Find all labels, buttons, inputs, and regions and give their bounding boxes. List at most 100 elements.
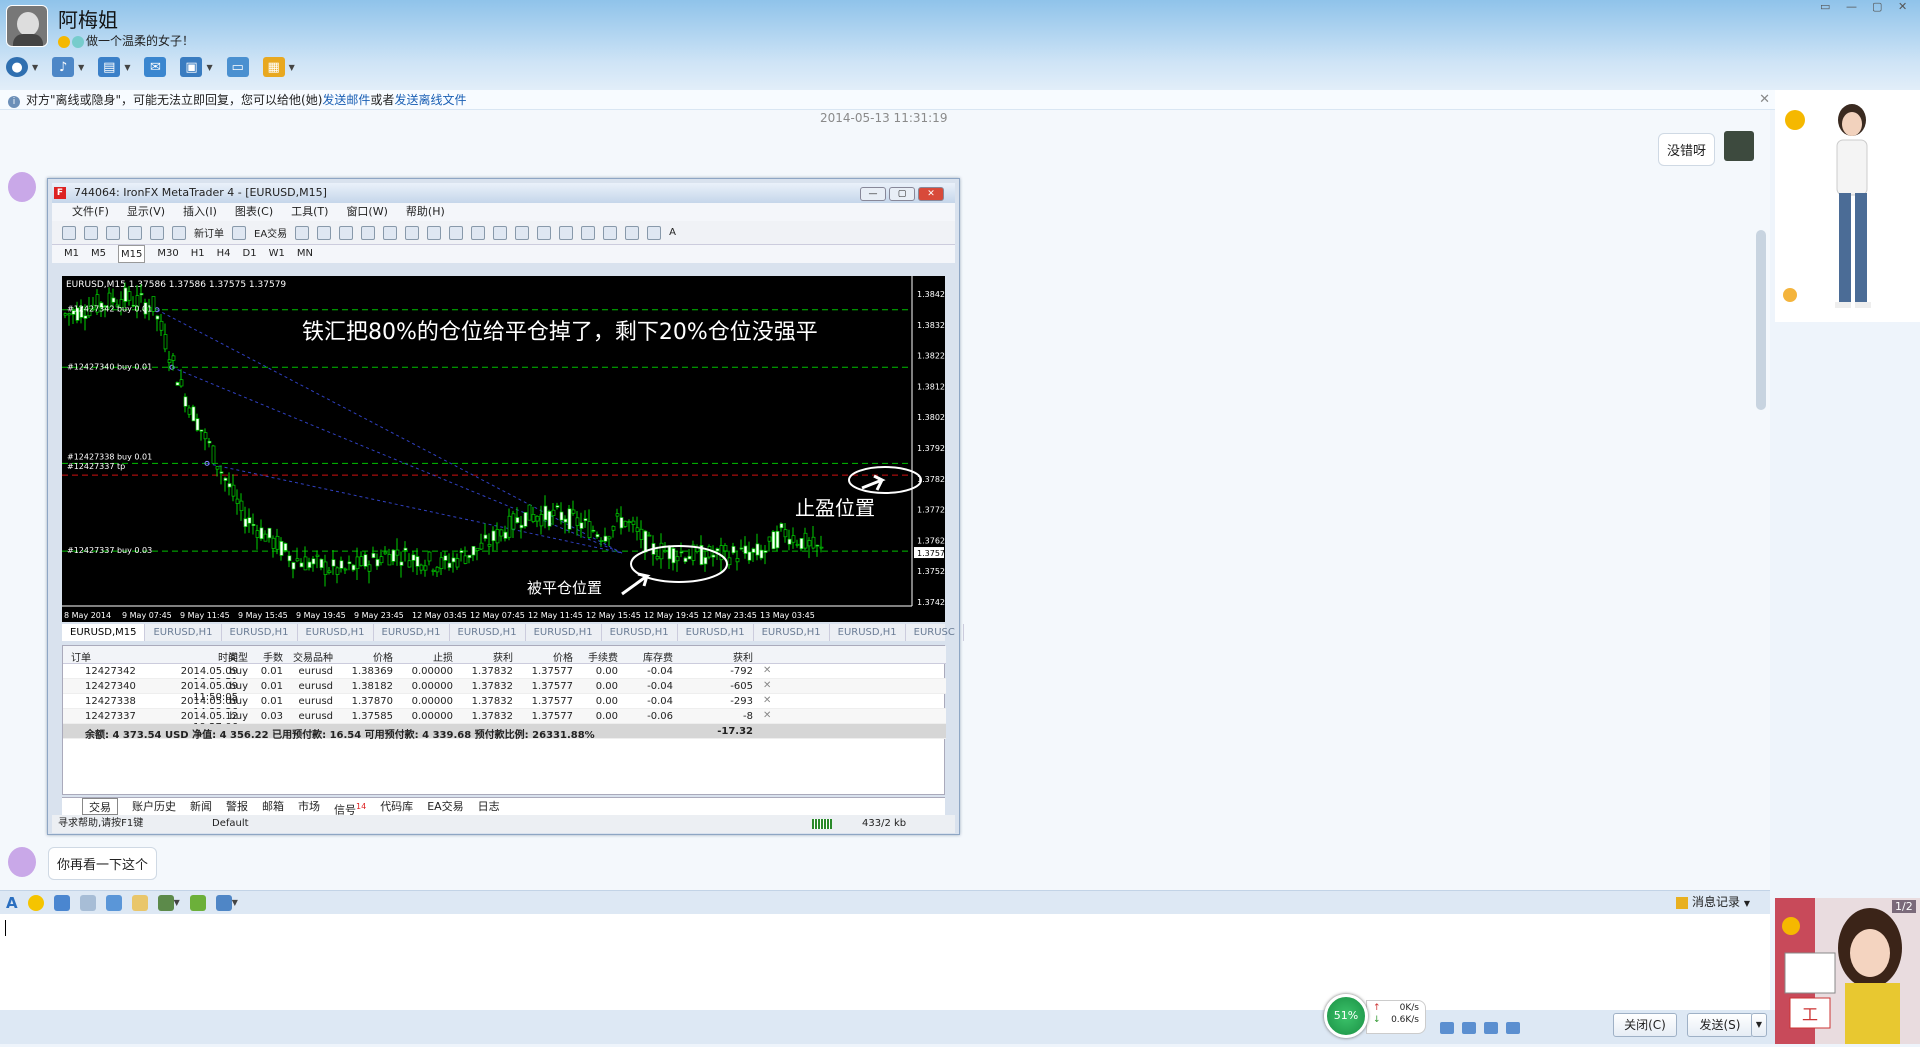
voice-call-icon[interactable]: ♪ xyxy=(52,57,75,77)
candle-body xyxy=(215,466,220,470)
font-icon[interactable]: A xyxy=(6,894,18,912)
candle-body xyxy=(231,484,236,497)
show-page-indicator[interactable]: 1/2 xyxy=(1892,900,1916,913)
candle-body xyxy=(295,558,300,562)
contact-avatar-small[interactable] xyxy=(8,847,36,877)
voice-message-icon[interactable] xyxy=(105,894,122,911)
candle-body xyxy=(335,567,340,575)
mt4-minimize-icon: — xyxy=(860,187,886,201)
order-cell: 1.37832 xyxy=(471,711,513,722)
music-icon[interactable] xyxy=(189,894,206,911)
image-icon[interactable] xyxy=(157,894,174,911)
chevron-down-icon[interactable]: ▼ xyxy=(206,63,212,72)
candle-body xyxy=(351,564,356,571)
candle-body xyxy=(83,315,88,319)
order-cell: 0.00 xyxy=(595,666,618,677)
order-cell: 0.00000 xyxy=(411,711,453,722)
candle-body xyxy=(639,528,644,540)
order-cell: -0.06 xyxy=(647,711,673,722)
column-header: 手数 xyxy=(263,653,283,664)
candle-body xyxy=(755,543,760,556)
notice-connector: 或者 xyxy=(370,93,395,107)
order-cell: -0.04 xyxy=(647,681,673,692)
message-input[interactable] xyxy=(0,914,1770,1010)
share-screen-icon[interactable]: ▭ xyxy=(226,57,249,77)
candle-body xyxy=(175,382,180,386)
shake-icon[interactable] xyxy=(53,894,70,911)
candle-body xyxy=(403,547,408,551)
shirt-icon[interactable] xyxy=(1484,1022,1498,1034)
apps-icon[interactable]: ▦ xyxy=(262,57,285,77)
emoji-icon[interactable] xyxy=(27,894,44,911)
candle-body xyxy=(259,527,264,540)
my-avatar[interactable] xyxy=(1724,131,1754,161)
notice-close-icon[interactable]: ✕ xyxy=(1759,92,1770,107)
candle-body xyxy=(479,542,484,550)
candle-body xyxy=(255,530,260,538)
indicators-icon xyxy=(449,225,464,240)
candle-body xyxy=(319,558,324,569)
terminal-tab: 新闻 xyxy=(190,800,212,813)
chevron-down-icon[interactable]: ▼ xyxy=(124,63,130,72)
candle-body xyxy=(635,527,640,532)
maximize-icon[interactable]: ▢ xyxy=(1872,0,1884,13)
mt4-menu-insert: 插入(I) xyxy=(183,205,217,218)
candle-body xyxy=(435,566,440,573)
terminal-tab: 市场 xyxy=(298,800,320,813)
price-tick-label: 1.37520 xyxy=(917,567,945,576)
remote-desktop-icon[interactable]: ▣ xyxy=(180,57,203,77)
chevron-down-icon[interactable]: ▼ xyxy=(289,63,295,72)
chevron-down-icon[interactable]: ▼ xyxy=(1744,899,1750,908)
candle-body xyxy=(731,546,736,554)
candle-body xyxy=(751,548,756,553)
total-profit: -17.32 xyxy=(717,726,753,737)
chart-tab: EURUSD,H1 xyxy=(830,624,906,641)
order-cell: 0.00 xyxy=(595,711,618,722)
candle-body xyxy=(471,545,476,556)
contact-avatar-small[interactable] xyxy=(8,172,36,202)
chevron-down-icon[interactable]: ▼ xyxy=(32,63,38,72)
video-call-icon[interactable]: ● xyxy=(6,57,28,77)
mt4-maximize-icon: ▢ xyxy=(889,187,915,201)
group-chat-icon[interactable]: ✉ xyxy=(144,57,167,77)
chat-scrollbar[interactable] xyxy=(1756,230,1766,410)
contact-avatar[interactable] xyxy=(6,5,48,47)
order-cell: 0.01 xyxy=(260,696,283,707)
candle-body xyxy=(507,515,512,538)
candle-body xyxy=(551,509,556,517)
candle-body xyxy=(495,529,500,544)
doodle-icon[interactable] xyxy=(131,894,148,911)
order-cell: 0.00000 xyxy=(411,696,453,707)
crosshair-icon xyxy=(537,225,552,240)
send-email-link[interactable]: 发送邮件 xyxy=(322,93,370,107)
price-tick-label: 1.37420 xyxy=(917,598,945,607)
minimize-icon[interactable]: — xyxy=(1846,0,1858,13)
shared-screenshot-image[interactable]: 744064: IronFX MetaTrader 4 - [EURUSD,M1… xyxy=(47,178,964,835)
order-cell: 1.38369 xyxy=(351,666,393,677)
send-button[interactable]: 发送(S) xyxy=(1687,1013,1753,1037)
file-transfer-icon[interactable]: ▤ xyxy=(98,57,121,77)
close-button[interactable]: 关闭(C) xyxy=(1613,1013,1677,1037)
speed-accelerator-ball[interactable]: 51% xyxy=(1324,994,1368,1038)
message-history-button[interactable]: 消息记录 ▼ xyxy=(1676,893,1750,910)
candle-body xyxy=(455,558,460,568)
chevron-down-icon[interactable]: ▼ xyxy=(232,898,238,907)
skin-icon[interactable]: ▭ xyxy=(1820,0,1832,13)
order-cell: 0.00000 xyxy=(411,681,453,692)
take-profit-annotation: 止盈位置 xyxy=(795,496,875,520)
order-cell: -8 xyxy=(743,711,753,722)
close-icon[interactable]: ✕ xyxy=(1898,0,1910,13)
wrench-icon[interactable] xyxy=(1506,1022,1520,1034)
candle-body xyxy=(419,564,424,571)
screenshot-icon[interactable] xyxy=(79,894,96,911)
period-icon xyxy=(471,225,486,240)
candle-body xyxy=(735,558,740,563)
send-offline-file-link[interactable]: 发送离线文件 xyxy=(394,93,466,107)
chevron-down-icon[interactable]: ▼ xyxy=(78,63,84,72)
column-header: 订单 xyxy=(71,653,91,664)
keyboard-icon[interactable] xyxy=(1440,1022,1454,1034)
chevron-down-icon[interactable]: ▼ xyxy=(174,898,180,907)
monitor-icon[interactable] xyxy=(1462,1022,1476,1034)
send-options-chevron-icon[interactable]: ▼ xyxy=(1751,1013,1767,1037)
more-tools-icon[interactable] xyxy=(215,894,232,911)
